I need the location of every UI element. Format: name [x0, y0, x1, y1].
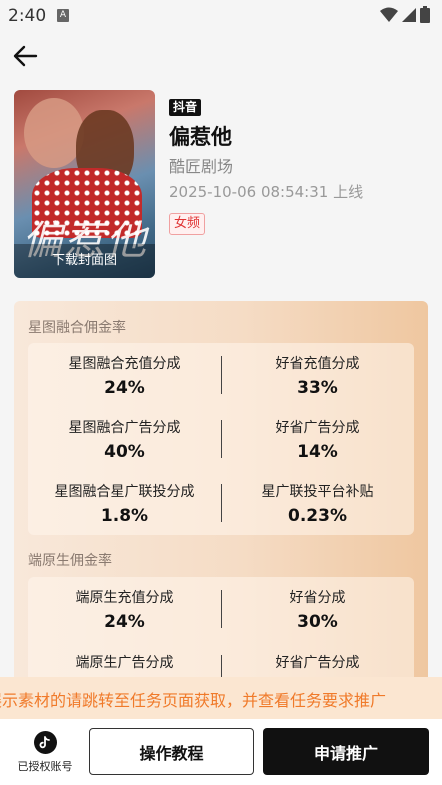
xingtu-panel: 星图融合充值分成 24% 好省充值分成 33% 星图融合广告分成 40% 好省广… — [28, 343, 414, 535]
rate-label: 端原生广告分成 — [75, 655, 174, 671]
rate-label: 好省广告分成 — [275, 655, 360, 671]
rate-value: 30% — [297, 612, 338, 632]
commission-card: 星图融合佣金率 星图融合充值分成 24% 好省充值分成 33% 星图融合广告分成… — [14, 301, 428, 701]
rate-value: 24% — [104, 378, 145, 398]
rate-cell: 端原生广告分成 — [28, 652, 221, 672]
rate-value: 40% — [104, 442, 145, 462]
cover-figure — [24, 98, 84, 168]
notice-text: 展示素材的请跳转至任务页面获取，并查看任务要求推广 — [0, 691, 387, 710]
rate-label: 好省充值分成 — [275, 356, 360, 372]
rate-value: 14% — [297, 442, 338, 462]
genre-tag: 女频 — [169, 213, 206, 235]
authorized-account-button[interactable]: 已授权账号 — [12, 731, 78, 774]
rate-value: 1.8% — [100, 506, 149, 526]
rate-cell: 好省分成 30% — [221, 587, 414, 632]
rate-label: 星广联投平台补贴 — [261, 484, 374, 500]
status-bar: 2:40 A — [0, 0, 442, 32]
rate-cell: 星图融合广告分成 40% — [28, 417, 221, 462]
cover-image[interactable]: 偏惹他 下载封面图 — [14, 90, 155, 278]
status-time: 2:40 — [8, 6, 47, 26]
tutorial-button[interactable]: 操作教程 — [89, 728, 254, 775]
rate-label: 星图融合星广联投分成 — [54, 484, 195, 500]
rate-cell: 星广联投平台补贴 0.23% — [221, 481, 414, 526]
online-time: 2025-10-06 08:54:31 上线 — [169, 183, 364, 201]
rate-label: 星图融合广告分成 — [68, 420, 181, 436]
wifi-icon — [380, 7, 398, 22]
rate-cell: 好省广告分成 — [221, 652, 414, 672]
rate-label: 好省分成 — [289, 590, 346, 606]
back-button[interactable] — [12, 42, 40, 70]
rate-label: 星图融合充值分成 — [68, 356, 181, 372]
rate-cell: 星图融合星广联投分成 1.8% — [28, 481, 221, 526]
notification-a-icon: A — [57, 9, 69, 22]
rate-value: 0.23% — [288, 506, 347, 526]
tiktok-icon — [33, 731, 57, 754]
signal-icon — [402, 7, 416, 22]
platform-badge: 抖音 — [169, 99, 202, 116]
bottom-action-bar: 已授权账号 操作教程 申请推广 — [0, 719, 442, 785]
authorized-account-label: 已授权账号 — [17, 760, 73, 773]
studio-name: 酷匠剧场 — [169, 157, 234, 176]
rate-cell: 好省广告分成 14% — [221, 417, 414, 462]
notice-marquee: 展示素材的请跳转至任务页面获取，并查看任务要求推广 — [0, 677, 442, 719]
native-section-title: 端原生佣金率 — [28, 553, 112, 569]
rate-value: 33% — [297, 378, 338, 398]
drama-title: 偏惹他 — [169, 125, 232, 149]
rate-cell: 好省充值分成 33% — [221, 353, 414, 398]
xingtu-section-title: 星图融合佣金率 — [28, 320, 126, 336]
rate-cell: 星图融合充值分成 24% — [28, 353, 221, 398]
apply-promotion-button[interactable]: 申请推广 — [263, 728, 429, 775]
status-icons — [380, 6, 430, 23]
arrow-left-icon — [13, 45, 38, 67]
rate-cell: 端原生充值分成 24% — [28, 587, 221, 632]
rate-value: 24% — [104, 612, 145, 632]
download-cover-button[interactable]: 下载封面图 — [14, 244, 155, 278]
rate-label: 好省广告分成 — [275, 420, 360, 436]
rate-label: 端原生充值分成 — [75, 590, 174, 606]
battery-icon — [420, 6, 430, 23]
